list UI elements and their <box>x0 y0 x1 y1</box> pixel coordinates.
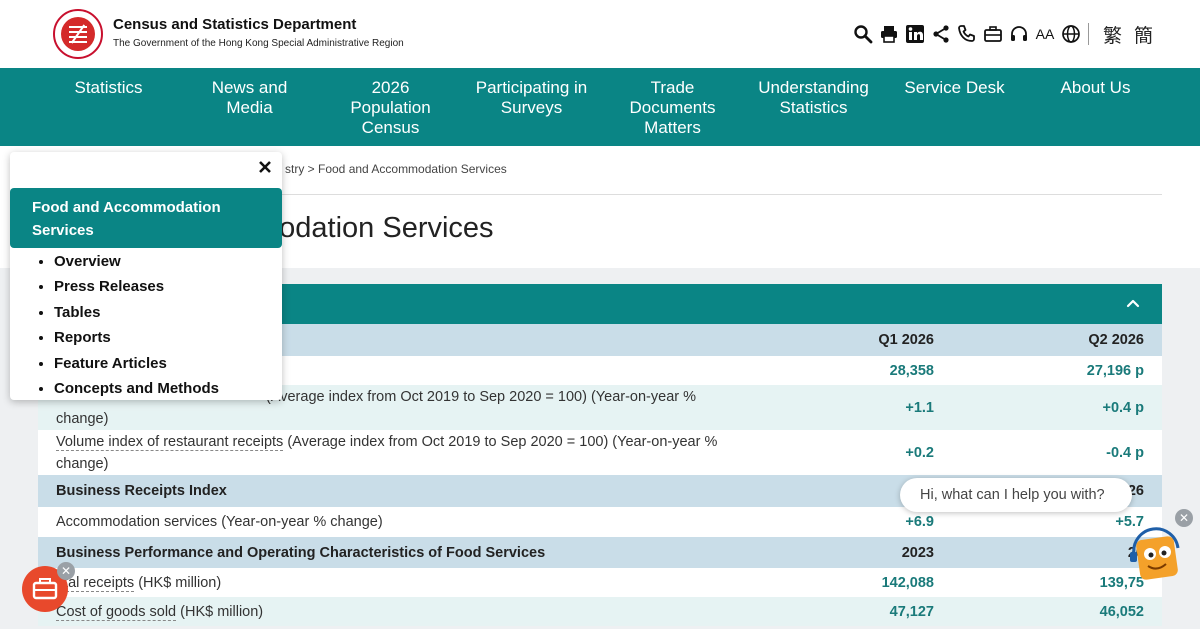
table-section-label: Business Receipts Index <box>38 475 760 507</box>
nav-participating-surveys-label: Participating in Surveys <box>475 78 588 117</box>
table-cell: +0.2 <box>760 430 952 475</box>
linkedin-icon[interactable] <box>902 20 928 48</box>
print-icon[interactable] <box>876 20 902 48</box>
table-cell: 27,196 p <box>952 356 1162 385</box>
page-title: modation Services <box>255 212 494 244</box>
nav-service-desk-label: Service Desk <box>904 78 1005 97</box>
nav-participating-surveys[interactable]: Participating in Surveys <box>461 68 602 146</box>
table-cell: +0.4 p <box>952 385 1162 430</box>
nav-statistics[interactable]: Statistics <box>38 68 179 146</box>
table-row-label: Accommodation services (Year-on-year % c… <box>38 507 760 537</box>
close-toolbox-icon[interactable]: ✕ <box>57 562 75 580</box>
side-menu-item-feature-articles[interactable]: Feature Articles <box>54 354 219 379</box>
breadcrumb[interactable]: stry > Food and Accommodation Services <box>285 162 507 176</box>
table-section-label: Business Performance and Operating Chara… <box>38 537 760 568</box>
side-menu-list: Overview Press Releases Tables Reports F… <box>54 252 219 404</box>
share-icon[interactable] <box>928 20 954 48</box>
main-nav: Statistics News and Media 2026 Populatio… <box>0 68 1200 146</box>
nav-about-us[interactable]: About Us <box>1025 68 1166 146</box>
table-section-header: Business Performance and Operating Chara… <box>38 537 1162 568</box>
nav-trade-documents[interactable]: Trade Documents Matters <box>602 68 743 146</box>
nav-population-census[interactable]: 2026 Population Census <box>320 68 461 146</box>
dept-name[interactable]: Census and Statistics Department <box>113 16 356 33</box>
nav-news-media-label: News and Media <box>211 78 288 117</box>
table-row: Volume index of restaurant receipts (Ave… <box>38 430 1162 475</box>
table-row: otal receipts (HK$ million) 142,088 139,… <box>38 568 1162 597</box>
search-icon[interactable] <box>850 20 876 48</box>
lang-traditional-link[interactable]: 繁 <box>1097 21 1128 48</box>
table-header-q1: Q1 2026 <box>760 324 952 356</box>
table-cell: 28,358 <box>760 356 952 385</box>
table-row-label-rest: (HK$ million) <box>134 574 222 591</box>
dept-subtitle: The Government of the Hong Kong Special … <box>113 38 404 49</box>
table-cell: 47,127 <box>760 597 952 626</box>
close-icon[interactable] <box>257 159 273 175</box>
nav-statistics-label: Statistics <box>74 78 143 97</box>
site-header: Census and Statistics Department The Gov… <box>0 0 1200 68</box>
chat-prompt-bubble[interactable]: Hi, what can I help you with? <box>900 478 1132 512</box>
tools-divider <box>1088 23 1089 45</box>
term-link[interactable]: Volume index of restaurant receipts <box>56 433 284 451</box>
chevron-up-icon[interactable] <box>1124 294 1142 312</box>
chatbot-mascot-icon[interactable] <box>1128 524 1184 582</box>
table-row-label: Volume index of restaurant receipts (Ave… <box>38 430 760 475</box>
table-row-label: otal receipts (HK$ million) <box>38 568 760 597</box>
table-cell: 142,088 <box>760 568 952 597</box>
header-tools: AA 繁 簡 <box>850 20 1159 48</box>
table-cell: -0.4 p <box>952 430 1162 475</box>
toolbox-icon[interactable] <box>980 20 1006 48</box>
table-header-cell: 2023 <box>760 537 952 568</box>
side-menu-title[interactable]: Food and Accommodation Services <box>10 188 282 248</box>
csd-logo-icon[interactable] <box>53 9 103 59</box>
side-menu-popover: Food and Accommodation Services Overview… <box>10 152 282 400</box>
table-header-q2: Q2 2026 <box>952 324 1162 356</box>
nav-population-census-label: 2026 Population Census <box>350 78 431 137</box>
side-menu-item-reports[interactable]: Reports <box>54 328 219 353</box>
nav-understanding-statistics[interactable]: Understanding Statistics <box>743 68 884 146</box>
side-menu-item-press-releases[interactable]: Press Releases <box>54 277 219 302</box>
font-size-button[interactable]: AA <box>1032 20 1058 48</box>
side-menu-item-tables[interactable]: Tables <box>54 303 219 328</box>
table-row-label-rest: (HK$ million) <box>176 603 264 620</box>
side-menu-item-concepts-methods[interactable]: Concepts and Methods <box>54 379 219 404</box>
side-menu-item-overview[interactable]: Overview <box>54 252 219 277</box>
lang-simplified-link[interactable]: 簡 <box>1128 21 1159 48</box>
nav-news-media[interactable]: News and Media <box>179 68 320 146</box>
nav-trade-documents-label: Trade Documents Matters <box>629 78 716 137</box>
table-cell: +1.1 <box>760 385 952 430</box>
phone-icon[interactable] <box>954 20 980 48</box>
table-row: Cost of goods sold (HK$ million) 47,127 … <box>38 597 1162 626</box>
globe-icon[interactable] <box>1058 20 1084 48</box>
nav-understanding-statistics-label: Understanding Statistics <box>758 78 869 117</box>
headset-icon[interactable] <box>1006 20 1032 48</box>
nav-service-desk[interactable]: Service Desk <box>884 68 1025 146</box>
nav-about-us-label: About Us <box>1060 78 1131 97</box>
term-link[interactable]: Cost of goods sold <box>56 603 177 621</box>
table-cell: 46,052 <box>952 597 1162 626</box>
table-row-label: Cost of goods sold (HK$ million) <box>38 597 760 626</box>
